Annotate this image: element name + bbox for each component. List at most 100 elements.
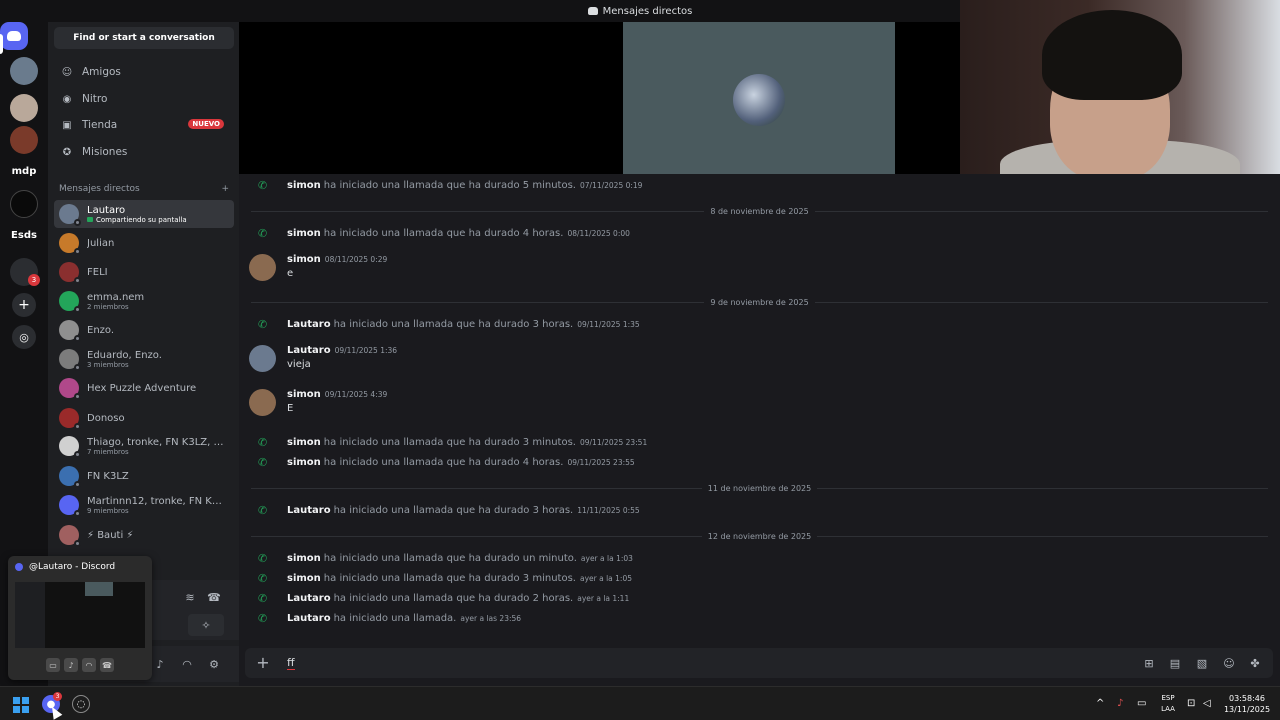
emoji-button[interactable]: ☺ xyxy=(1222,656,1236,670)
tray-network[interactable]: ⊡ xyxy=(1187,698,1195,709)
message: Lautaro 09/11/2025 1:36 vieja xyxy=(239,343,1280,375)
message-body: vieja xyxy=(287,359,311,370)
language-indicator[interactable]: ESP LAA xyxy=(1158,693,1178,715)
divider-line xyxy=(817,535,1268,537)
explore-button[interactable]: ◎ xyxy=(12,325,36,349)
taskbar-preview[interactable]: @Lautaro - Discord ▭ ♪ ◠ ☎ xyxy=(8,556,152,680)
preview-disconnect-button[interactable]: ☎ xyxy=(100,658,114,672)
gif-button[interactable]: ▤ xyxy=(1168,656,1182,670)
preview-camera-button[interactable]: ▭ xyxy=(46,658,60,672)
call-log-row: ✆ simon ha iniciado una llamada que ha dur… xyxy=(239,452,1280,472)
dm-item[interactable]: Hex Puzzle Adventure xyxy=(54,374,234,402)
dm-item[interactable]: emma.nem 2 miembros xyxy=(54,287,234,315)
sticker-button[interactable]: ▧ xyxy=(1195,656,1209,670)
nav-item-misiones[interactable]: ✪ Misiones xyxy=(54,140,234,164)
author-name[interactable]: Lautaro xyxy=(287,345,331,356)
dm-item[interactable]: ⚡ Bauti ⚡ xyxy=(54,521,234,549)
tray-volume[interactable]: ◁ xyxy=(1203,698,1211,709)
message-input[interactable]: ff xyxy=(287,656,295,670)
author-name[interactable]: simon xyxy=(287,254,321,265)
timestamp: 09/11/2025 1:36 xyxy=(334,346,398,355)
timestamp: 09/11/2025 23:55 xyxy=(567,457,635,467)
camera-tile[interactable] xyxy=(960,0,1280,180)
caller-name[interactable]: simon xyxy=(287,553,321,564)
clock[interactable]: 03:58:46 13/11/2025 xyxy=(1222,693,1272,715)
dm-item[interactable]: Donoso xyxy=(54,404,234,432)
avatar[interactable] xyxy=(249,389,276,416)
avatar[interactable] xyxy=(249,345,276,372)
taskbar-badge: 3 xyxy=(53,692,62,701)
timestamp: 08/11/2025 0:29 xyxy=(324,255,388,264)
tray-overflow-button[interactable]: ^ xyxy=(1096,698,1104,709)
server-icon[interactable] xyxy=(10,126,38,154)
caller-name[interactable]: simon xyxy=(287,228,321,239)
add-server-button[interactable]: + xyxy=(12,293,36,317)
disconnect-button[interactable]: ☎ xyxy=(203,586,225,608)
caller-name[interactable]: simon xyxy=(287,573,321,584)
preview-thumbnail[interactable] xyxy=(15,582,145,648)
call-text: ha iniciado una llamada que ha durado 3 … xyxy=(323,436,576,448)
status-indicator xyxy=(74,277,81,284)
server-mdp[interactable]: mdp xyxy=(0,166,48,177)
server-icon[interactable] xyxy=(10,94,38,122)
server-icon[interactable] xyxy=(10,190,38,218)
avatar[interactable] xyxy=(249,254,276,281)
message-composer[interactable]: + ff ⊞ ▤ ▧ ☺ ✤ xyxy=(245,648,1273,678)
tray-mic[interactable]: ♪ xyxy=(1117,698,1123,709)
server-icon[interactable] xyxy=(10,57,38,85)
hangup-icon: ☎ xyxy=(102,660,112,670)
caller-name[interactable]: Lautaro xyxy=(287,593,331,604)
dm-item[interactable]: FELI xyxy=(54,258,234,286)
noise-suppression-button[interactable]: ≋ xyxy=(179,586,201,608)
tray-display[interactable]: ▭ xyxy=(1137,698,1146,709)
dm-item[interactable]: Martinnn12, tronke, FN K3L... 9 miembros xyxy=(54,491,234,519)
dm-item[interactable]: Thiago, tronke, FN K3LZ, E... 7 miembros xyxy=(54,432,234,460)
nav-item-nitro[interactable]: ◉ Nitro xyxy=(54,87,234,111)
author-name[interactable]: simon xyxy=(287,389,321,400)
mute-button[interactable]: ♪ xyxy=(149,653,171,675)
timestamp: 11/11/2025 0:55 xyxy=(577,505,640,515)
nav-item-tienda[interactable]: ▣ Tienda NUEVO xyxy=(54,113,234,137)
gift-button[interactable]: ⊞ xyxy=(1142,656,1156,670)
attach-button[interactable]: + xyxy=(255,653,271,673)
apps-button[interactable]: ✤ xyxy=(1248,656,1262,670)
compass-icon: ◎ xyxy=(19,330,29,344)
server-esds[interactable]: Esds xyxy=(0,230,48,241)
discord-icon xyxy=(15,563,23,571)
activity-button[interactable]: ✧ xyxy=(188,614,224,636)
nav-label: Misiones xyxy=(82,146,128,158)
create-dm-button[interactable]: + xyxy=(221,184,229,194)
caller-name[interactable]: simon xyxy=(287,437,321,448)
caller-name[interactable]: Lautaro xyxy=(287,505,331,516)
dm-name: FN K3LZ xyxy=(87,470,129,482)
deafen-button[interactable]: ◠ xyxy=(176,653,198,675)
dm-item[interactable]: Enzo. xyxy=(54,316,234,344)
preview-deafen-button[interactable]: ◠ xyxy=(82,658,96,672)
screen-share-tile[interactable] xyxy=(623,22,895,174)
preview-mute-button[interactable]: ♪ xyxy=(64,658,78,672)
timestamp: ayer a la 1:11 xyxy=(577,593,630,603)
caller-name[interactable]: simon xyxy=(287,457,321,468)
server-folder[interactable]: 3 xyxy=(10,258,40,286)
nav-item-amigos[interactable]: ☺ Amigos xyxy=(54,60,234,84)
home-button[interactable] xyxy=(0,22,28,50)
plus-icon: + xyxy=(18,297,30,313)
hangup-icon: ☎ xyxy=(207,590,221,604)
caller-name[interactable]: Lautaro xyxy=(287,319,331,330)
dm-item[interactable]: FN K3LZ xyxy=(54,462,234,490)
avatar xyxy=(59,525,81,547)
date-divider: 12 de noviembre de 2025 xyxy=(239,529,1280,543)
avatar xyxy=(59,408,81,430)
find-conversation-button[interactable]: Find or start a conversation xyxy=(54,27,234,49)
dm-item[interactable]: Julian xyxy=(54,229,234,257)
dm-item[interactable]: Lautaro Compartiendo su pantalla xyxy=(54,200,234,228)
start-button[interactable] xyxy=(13,697,29,713)
settings-button[interactable]: ⚙ xyxy=(203,653,225,675)
dm-item[interactable]: Eduardo, Enzo. 3 miembros xyxy=(54,345,234,373)
caller-name[interactable]: Lautaro xyxy=(287,613,331,624)
phone-icon: ✆ xyxy=(258,226,268,240)
caller-name[interactable]: simon xyxy=(287,180,321,191)
status-indicator xyxy=(74,248,81,255)
dm-name: Hex Puzzle Adventure xyxy=(87,382,197,394)
taskbar-app[interactable]: ◌ xyxy=(72,695,90,713)
